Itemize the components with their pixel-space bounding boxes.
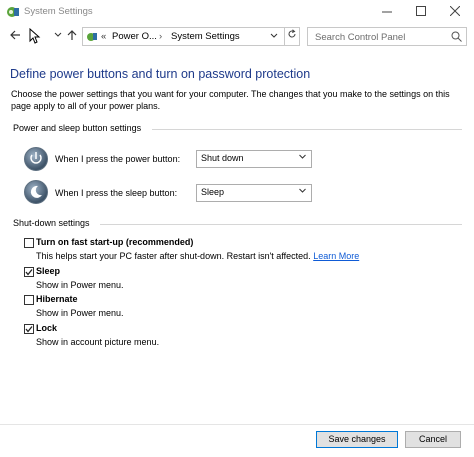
- back-button[interactable]: [6, 28, 24, 46]
- back-arrow-icon: [10, 30, 20, 40]
- control-panel-small-icon: [86, 31, 98, 45]
- group-divider: [152, 129, 462, 130]
- chevron-down-icon: [298, 186, 307, 197]
- page-description: Choose the power settings that you want …: [11, 89, 450, 111]
- sleep-button-label: When I press the sleep button:: [55, 188, 178, 198]
- lock-checkbox[interactable]: [24, 324, 34, 334]
- fast-startup-checkbox[interactable]: [24, 238, 34, 248]
- refresh-button[interactable]: [284, 27, 300, 46]
- lock-option-label[interactable]: Lock: [36, 323, 57, 333]
- fast-startup-label[interactable]: Turn on fast start-up (recommended): [36, 237, 193, 247]
- lock-option-description: Show in account picture menu.: [36, 337, 160, 347]
- fast-startup-desc-text: This helps start your PC faster after sh…: [36, 251, 311, 261]
- power-button-icon: [24, 147, 48, 171]
- group-divider: [100, 224, 462, 225]
- hibernate-option-description: Show in Power menu.: [36, 308, 124, 318]
- power-button-select[interactable]: Shut down: [196, 150, 312, 168]
- checkmark-icon: [25, 326, 33, 333]
- power-button-value: Shut down: [201, 153, 244, 163]
- sleep-option-description: Show in Power menu.: [36, 280, 124, 290]
- forward-button[interactable]: [27, 27, 45, 46]
- search-box[interactable]: [307, 27, 467, 46]
- chevron-down-icon: [298, 152, 307, 163]
- chevron-down-icon: [54, 32, 62, 37]
- fast-startup-description: This helps start your PC faster after sh…: [36, 251, 359, 261]
- shutdown-group-title: Shut-down settings: [13, 218, 90, 228]
- hibernate-option-label[interactable]: Hibernate: [36, 294, 78, 304]
- breadcrumb-separator-icon: ›: [159, 31, 163, 42]
- close-icon: [449, 5, 461, 17]
- sleep-checkbox[interactable]: [24, 267, 34, 277]
- hibernate-checkbox[interactable]: [24, 295, 34, 305]
- cancel-button[interactable]: Cancel: [405, 431, 461, 448]
- refresh-icon: [288, 29, 296, 38]
- checkmark-icon: [25, 269, 33, 276]
- breadcrumb-overflow[interactable]: «: [101, 31, 106, 42]
- power-button-label: When I press the power button:: [55, 154, 181, 164]
- cursor-icon: [29, 27, 41, 44]
- maximize-button[interactable]: [406, 0, 436, 24]
- sleep-button-select[interactable]: Sleep: [196, 184, 312, 202]
- footer-divider: [0, 424, 474, 425]
- sleep-button-icon: [24, 180, 48, 204]
- chevron-down-icon: [270, 33, 278, 38]
- search-icon[interactable]: [451, 31, 462, 44]
- close-button[interactable]: [440, 0, 470, 24]
- maximize-icon: [416, 6, 426, 16]
- title-bar: System Settings: [0, 0, 474, 24]
- address-bar[interactable]: « Power O... › System Settings: [82, 27, 285, 46]
- learn-more-link[interactable]: Learn More: [313, 251, 359, 261]
- window-title: System Settings: [24, 6, 93, 17]
- minimize-icon: [382, 11, 392, 13]
- address-dropdown-button[interactable]: [269, 31, 279, 43]
- breadcrumb-power-options[interactable]: Power O...: [112, 31, 157, 42]
- sleep-option-label[interactable]: Sleep: [36, 266, 60, 276]
- search-input[interactable]: [313, 29, 447, 46]
- power-group-title: Power and sleep button settings: [13, 123, 142, 133]
- minimize-button[interactable]: [372, 0, 402, 24]
- up-button[interactable]: [63, 28, 81, 46]
- page-title: Define power buttons and turn on passwor…: [10, 67, 311, 81]
- sleep-button-value: Sleep: [201, 187, 225, 197]
- breadcrumb-system-settings[interactable]: System Settings: [171, 31, 240, 42]
- control-panel-icon: [6, 5, 20, 19]
- save-changes-button[interactable]: Save changes: [316, 431, 398, 448]
- up-arrow-icon: [67, 30, 77, 40]
